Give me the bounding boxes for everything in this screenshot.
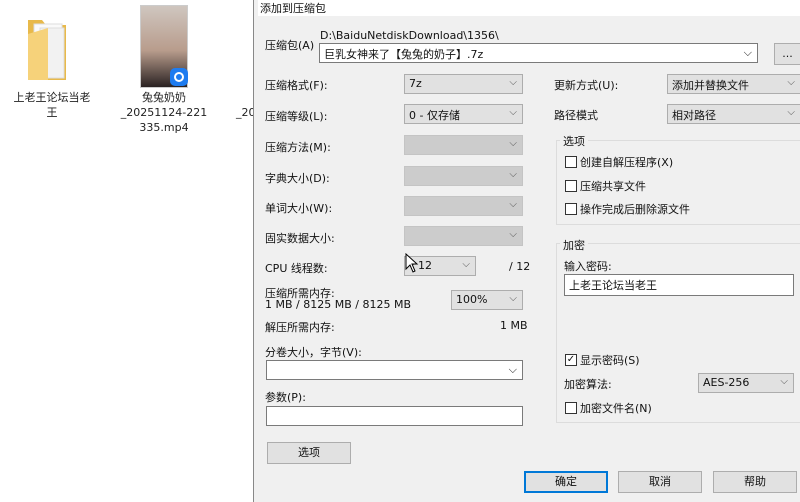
chevron-down-icon: ⌵ bbox=[509, 77, 517, 88]
archive-path: D:\BaiduNetdiskDownload\1356\ bbox=[320, 29, 499, 42]
chevron-down-icon: ⌵ bbox=[787, 107, 795, 118]
options-group-title: 选项 bbox=[560, 133, 588, 149]
check-icon: ✓ bbox=[565, 354, 577, 366]
archive-label: 压缩包(A) bbox=[265, 39, 315, 52]
checkbox-box bbox=[565, 180, 577, 192]
chevron-down-icon: ⌵ bbox=[508, 363, 517, 376]
path-mode-select[interactable]: 相对路径 ⌵ bbox=[667, 104, 800, 124]
level-select[interactable]: 0 - 仅存储 ⌵ bbox=[404, 104, 523, 124]
path-label: 路径模式 bbox=[554, 109, 598, 122]
split-label: 分卷大小，字节(V): bbox=[265, 346, 362, 359]
browse-button[interactable]: ... bbox=[774, 43, 800, 65]
checkbox-box bbox=[565, 203, 577, 215]
enc-method-select[interactable]: AES-256 ⌵ bbox=[698, 373, 794, 393]
params-input[interactable] bbox=[266, 406, 523, 426]
enc-names-label: 加密文件名(N) bbox=[580, 402, 652, 415]
dialog-title: 添加到压缩包 bbox=[258, 0, 800, 16]
folder-icon bbox=[28, 20, 66, 80]
demem-value: 1 MB bbox=[500, 319, 528, 332]
level-label: 压缩等级(L): bbox=[265, 110, 328, 123]
solid-select[interactable]: ⌵ bbox=[404, 226, 523, 246]
level-value: 0 - 仅存储 bbox=[409, 109, 460, 122]
chevron-down-icon: ⌵ bbox=[509, 199, 517, 210]
password-label: 输入密码: bbox=[564, 260, 612, 273]
encrypt-names-checkbox[interactable]: 加密文件名(N) bbox=[565, 400, 652, 416]
chevron-down-icon: ⌵ bbox=[509, 169, 517, 180]
mouse-cursor-icon bbox=[405, 253, 419, 273]
checkbox-box bbox=[565, 402, 577, 414]
archive-name-value: 巨乳女神来了【兔兔的奶子】.7z bbox=[324, 48, 484, 61]
sfx-checkbox[interactable]: 创建自解压程序(X) bbox=[565, 154, 673, 170]
enc-method-label: 加密算法: bbox=[564, 378, 612, 391]
show-pw-label: 显示密码(S) bbox=[580, 354, 640, 367]
format-value: 7z bbox=[409, 77, 422, 90]
format-select[interactable]: 7z ⌵ bbox=[404, 74, 523, 94]
update-value: 添加并替换文件 bbox=[672, 79, 749, 92]
delete-source-checkbox[interactable]: 操作完成后删除源文件 bbox=[565, 201, 690, 217]
word-label: 单词大小(W): bbox=[265, 202, 333, 215]
ok-button[interactable]: 确定 bbox=[524, 471, 608, 493]
solid-label: 固实数据大小: bbox=[265, 232, 335, 245]
chevron-down-icon: ⌵ bbox=[509, 138, 517, 149]
chevron-down-icon: ⌵ bbox=[509, 229, 517, 240]
dict-select[interactable]: ⌵ bbox=[404, 166, 523, 186]
encryption-group-title: 加密 bbox=[560, 237, 588, 253]
mem-pct-value: 100% bbox=[456, 293, 488, 306]
desktop-item-label: 上老王论坛当老 王 bbox=[13, 91, 91, 119]
archive-name-combo[interactable]: 巨乳女神来了【兔兔的奶子】.7z ⌵ bbox=[319, 43, 758, 63]
word-select[interactable]: ⌵ bbox=[404, 196, 523, 216]
mem-value: 1 MB / 8125 MB / 8125 MB bbox=[265, 298, 411, 311]
sfx-label: 创建自解压程序(X) bbox=[580, 156, 674, 169]
shared-checkbox[interactable]: 压缩共享文件 bbox=[565, 178, 646, 194]
cancel-button[interactable]: 取消 bbox=[618, 471, 702, 493]
password-input[interactable]: 上老王论坛当老王 bbox=[564, 274, 794, 296]
options-button[interactable]: 选项 bbox=[267, 442, 351, 464]
update-label: 更新方式(U): bbox=[554, 79, 619, 92]
delete-label: 操作完成后删除源文件 bbox=[580, 203, 690, 216]
chevron-down-icon: ⌵ bbox=[509, 107, 517, 118]
method-select[interactable]: ⌵ bbox=[404, 135, 523, 155]
desktop-item-label: 兔兔奶奶 _20251124-221 335.mp4 bbox=[120, 91, 208, 134]
update-mode-select[interactable]: 添加并替换文件 ⌵ bbox=[667, 74, 800, 94]
shared-label: 压缩共享文件 bbox=[580, 180, 646, 193]
chevron-down-icon: ⌵ bbox=[462, 259, 470, 270]
chevron-down-icon: ⌵ bbox=[509, 293, 517, 304]
help-button[interactable]: 帮助 bbox=[713, 471, 797, 493]
params-label: 参数(P): bbox=[265, 391, 306, 404]
chevron-down-icon: ⌵ bbox=[743, 46, 752, 59]
split-size-combo[interactable]: ⌵ bbox=[266, 360, 523, 380]
cpu-label: CPU 线程数: bbox=[265, 262, 328, 275]
show-password-checkbox[interactable]: ✓ 显示密码(S) bbox=[565, 352, 640, 368]
player-badge-icon bbox=[170, 68, 188, 86]
dict-label: 字典大小(D): bbox=[265, 172, 330, 185]
path-value: 相对路径 bbox=[672, 109, 716, 122]
add-to-archive-dialog: 添加到压缩包 压缩包(A) D:\BaiduNetdiskDownload\13… bbox=[253, 0, 800, 502]
mem-percent-select[interactable]: 100% ⌵ bbox=[451, 290, 523, 310]
checkbox-box bbox=[565, 156, 577, 168]
cpu-max: / 12 bbox=[509, 260, 531, 273]
enc-method-value: AES-256 bbox=[703, 376, 750, 389]
demem-label: 解压所需内存: bbox=[265, 321, 335, 334]
method-label: 压缩方法(M): bbox=[265, 141, 331, 154]
chevron-down-icon: ⌵ bbox=[780, 376, 788, 387]
chevron-down-icon: ⌵ bbox=[787, 77, 795, 88]
format-label: 压缩格式(F): bbox=[265, 79, 328, 92]
